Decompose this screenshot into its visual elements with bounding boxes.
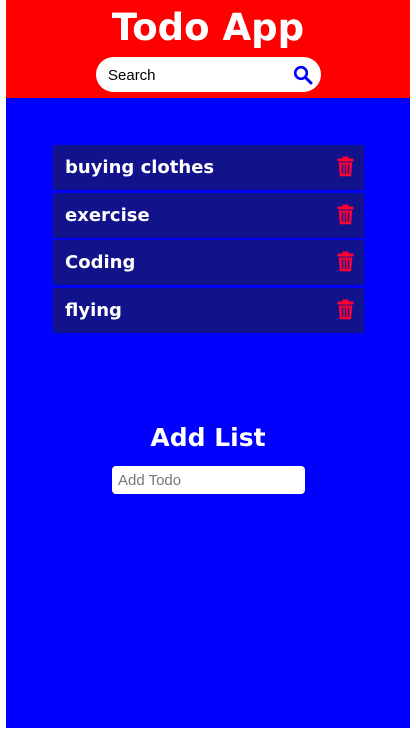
app-frame: Todo App buying clothes [6, 0, 410, 728]
app-title: Todo App [111, 6, 305, 49]
todo-item[interactable]: flying [53, 287, 364, 334]
add-list-title: Add List [150, 423, 266, 452]
todo-item[interactable]: Coding [53, 240, 364, 286]
todo-item[interactable]: buying clothes [53, 145, 364, 191]
trash-icon[interactable] [337, 156, 354, 177]
todo-text: Coding [65, 252, 136, 273]
add-todo-input[interactable] [112, 466, 305, 494]
todo-text: buying clothes [65, 157, 215, 178]
todo-item[interactable]: exercise [53, 192, 364, 239]
search-input[interactable] [106, 57, 280, 94]
search-icon[interactable] [293, 65, 313, 85]
trash-icon[interactable] [337, 204, 354, 225]
app-header: Todo App [6, 0, 410, 98]
todo-list: buying clothes exercise Coding flying [53, 145, 364, 335]
todo-text: flying [65, 299, 122, 321]
trash-icon[interactable] [337, 251, 354, 272]
trash-icon[interactable] [337, 299, 354, 320]
search-box [96, 57, 321, 94]
todo-text: exercise [65, 204, 150, 226]
